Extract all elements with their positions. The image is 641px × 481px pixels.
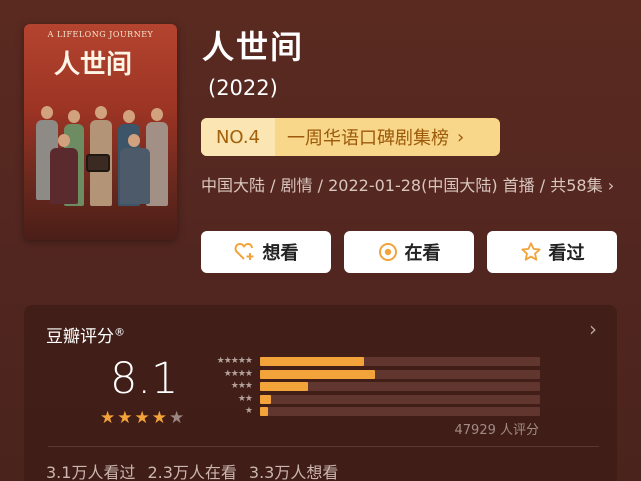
rating-count: 47929 人评分 xyxy=(454,423,540,438)
distribution-track xyxy=(260,357,540,366)
target-circle-icon xyxy=(378,242,398,262)
distribution-bar xyxy=(260,382,308,391)
distribution-stars-label: ★★★★★ xyxy=(216,356,253,366)
star-outline-icon xyxy=(520,241,542,263)
watching-button[interactable]: 在看 xyxy=(344,231,474,273)
distribution-track xyxy=(260,394,540,404)
divider xyxy=(48,446,599,447)
poster-image[interactable]: A LIFELONG JOURNEY 人世间 xyxy=(24,24,177,240)
distribution-stars-label: ★★★★ xyxy=(223,368,253,379)
meta-text: 中国大陆 / 剧情 / 2022-01-28(中国大陆) 首播 / 共58集 xyxy=(201,176,603,195)
rank-number: NO.4 xyxy=(201,118,275,156)
distribution-stars-label: ★★ xyxy=(237,393,253,404)
chevron-right-icon: › xyxy=(607,176,615,195)
distribution-bar xyxy=(260,357,364,366)
show-year: (2022) xyxy=(208,76,278,100)
distribution-track xyxy=(260,382,540,391)
rating-stars: ★ ★ ★ ★ ★ xyxy=(100,408,184,428)
want-label: 想看 xyxy=(262,243,299,264)
rank-badge[interactable]: NO.4 一周华语口碑剧集榜 › xyxy=(201,118,500,156)
rating-distribution-row: ★★ xyxy=(198,393,540,404)
star-filled-icon: ★ xyxy=(134,408,150,428)
star-filled-icon: ★ xyxy=(100,408,116,428)
distribution-stars-label: ★★★ xyxy=(230,381,253,391)
star-filled-icon: ★ xyxy=(117,408,133,428)
rating-card[interactable]: 豆瓣评分® › 8.1 ★ ★ ★ ★ ★ ★★★★★ ★★★★ ★★★ ★★ ★ 47929 … xyxy=(24,305,617,481)
show-meta[interactable]: 中国大陆 / 剧情 / 2022-01-28(中国大陆) 首播 / 共58集 › xyxy=(201,175,621,197)
star-empty-icon: ★ xyxy=(169,408,185,428)
chevron-right-icon[interactable]: › xyxy=(589,317,597,341)
rating-card-title: 豆瓣评分® xyxy=(46,325,125,347)
rank-label: 一周华语口碑剧集榜 xyxy=(287,128,449,149)
rating-distribution-row: ★ xyxy=(198,406,540,416)
watched-button[interactable]: 看过 xyxy=(487,231,617,273)
want-count: 3.3万人想看 xyxy=(248,463,339,481)
distribution-track xyxy=(260,407,540,416)
poster-english-title: A LIFELONG JOURNEY xyxy=(47,30,154,39)
watching-label: 在看 xyxy=(404,243,441,264)
distribution-track xyxy=(260,369,540,379)
show-title: 人世间 xyxy=(202,28,305,66)
rating-distribution-row: ★★★★ xyxy=(198,368,540,379)
want-to-watch-button[interactable]: 想看 xyxy=(201,231,331,273)
watched-label: 看过 xyxy=(548,243,585,264)
distribution-bar xyxy=(260,394,272,404)
chevron-right-icon: › xyxy=(457,126,465,148)
distribution-bar xyxy=(260,407,269,416)
watched-count: 3.1万人看过 xyxy=(46,463,136,481)
rating-distribution-row: ★★★ xyxy=(198,381,540,391)
rating-distribution-row: ★★★★★ xyxy=(198,356,540,366)
distribution-bar xyxy=(260,369,375,379)
audience-stats: 3.1万人看过 2.3万人在看 3.3万人想看 xyxy=(46,459,338,481)
heart-plus-icon xyxy=(234,242,256,262)
distribution-stars-label: ★ xyxy=(244,406,253,416)
poster-chinese-title: 人世间 xyxy=(54,50,133,80)
star-filled-icon: ★ xyxy=(151,408,167,428)
rating-score: 8.1 xyxy=(110,354,179,404)
watching-count: 2.3万人在看 xyxy=(147,463,237,481)
